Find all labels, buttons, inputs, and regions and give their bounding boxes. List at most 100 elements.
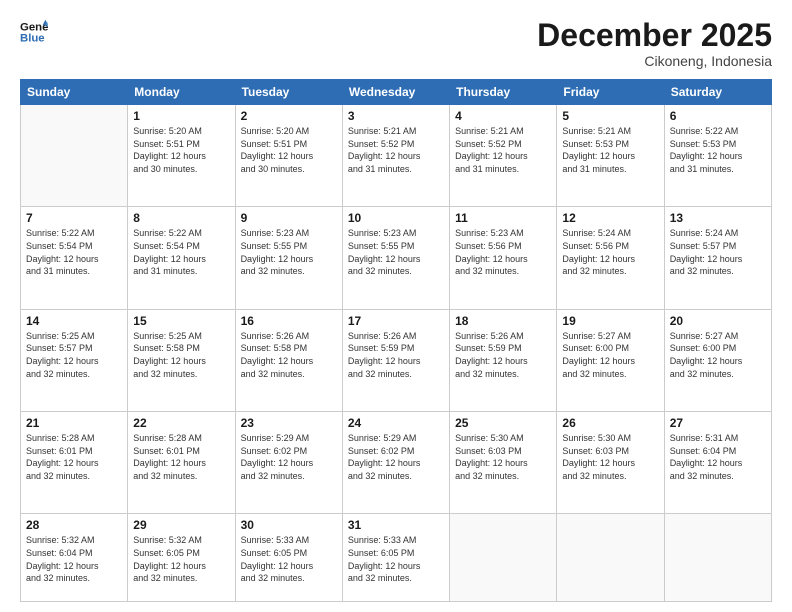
calendar-cell: 20Sunrise: 5:27 AM Sunset: 6:00 PM Dayli… (664, 309, 771, 411)
calendar-cell: 15 Sunrise: 5:25 AM Sunset: 5:58 PM Dayli… (128, 309, 235, 411)
day-number: 15 (133, 314, 229, 328)
day-number: 5 (562, 109, 658, 123)
day-number: 30 (241, 518, 337, 532)
svg-text:Blue: Blue (20, 33, 45, 45)
subtitle: Cikoneng, Indonesia (537, 53, 772, 69)
day-number: 2 (241, 109, 337, 123)
calendar-cell: 25 Sunrise: 5:30 AM Sunset: 6:03 PM Dayli… (450, 412, 557, 514)
day-number: 28 (26, 518, 122, 532)
day-number: 9 (241, 211, 337, 225)
calendar-cell: 26Sunrise: 5:30 AM Sunset: 6:03 PM Dayli… (557, 412, 664, 514)
calendar-cell: 10 Sunrise: 5:23 AM Sunset: 5:55 PM Dayli… (342, 207, 449, 309)
day-info: Sunrise: 5:23 AM Sunset: 5:56 PM Dayligh… (455, 227, 551, 277)
day-number: 29 (133, 518, 229, 532)
calendar-cell: 11Sunrise: 5:23 AM Sunset: 5:56 PM Dayli… (450, 207, 557, 309)
logo-icon: General Blue (20, 18, 48, 46)
day-info: Sunrise: 5:23 AM Sunset: 5:55 PM Dayligh… (348, 227, 444, 277)
day-number: 20 (670, 314, 766, 328)
calendar-cell: 29 Sunrise: 5:32 AM Sunset: 6:05 PM Dayli… (128, 514, 235, 602)
day-info: Sunrise: 5:27 AM Sunset: 6:00 PM Dayligh… (562, 330, 658, 380)
day-info: Sunrise: 5:20 AM Sunset: 5:51 PM Dayligh… (133, 125, 229, 175)
day-info: Sunrise: 5:22 AM Sunset: 5:53 PM Dayligh… (670, 125, 766, 175)
calendar-cell: 24 Sunrise: 5:29 AM Sunset: 6:02 PM Dayli… (342, 412, 449, 514)
calendar-cell: 31 Sunrise: 5:33 AM Sunset: 6:05 PM Dayli… (342, 514, 449, 602)
day-number: 24 (348, 416, 444, 430)
calendar-cell: 7 Sunrise: 5:22 AM Sunset: 5:54 PM Daylig… (21, 207, 128, 309)
calendar-cell: 3 Sunrise: 5:21 AM Sunset: 5:52 PM Daylig… (342, 105, 449, 207)
calendar-cell: 8 Sunrise: 5:22 AM Sunset: 5:54 PM Daylig… (128, 207, 235, 309)
week-row-2: 7 Sunrise: 5:22 AM Sunset: 5:54 PM Daylig… (21, 207, 772, 309)
title-block: December 2025 Cikoneng, Indonesia (537, 18, 772, 69)
day-info: Sunrise: 5:22 AM Sunset: 5:54 PM Dayligh… (133, 227, 229, 277)
day-info: Sunrise: 5:26 AM Sunset: 5:59 PM Dayligh… (455, 330, 551, 380)
day-number: 16 (241, 314, 337, 328)
day-info: Sunrise: 5:29 AM Sunset: 6:02 PM Dayligh… (348, 432, 444, 482)
col-friday: Friday (557, 80, 664, 105)
day-info: Sunrise: 5:33 AM Sunset: 6:05 PM Dayligh… (241, 534, 337, 584)
day-number: 19 (562, 314, 658, 328)
calendar-cell: 18 Sunrise: 5:26 AM Sunset: 5:59 PM Dayli… (450, 309, 557, 411)
day-info: Sunrise: 5:24 AM Sunset: 5:56 PM Dayligh… (562, 227, 658, 277)
month-title: December 2025 (537, 18, 772, 53)
day-number: 1 (133, 109, 229, 123)
week-row-1: 1 Sunrise: 5:20 AM Sunset: 5:51 PM Daylig… (21, 105, 772, 207)
day-info: Sunrise: 5:22 AM Sunset: 5:54 PM Dayligh… (26, 227, 122, 277)
day-number: 31 (348, 518, 444, 532)
day-info: Sunrise: 5:26 AM Sunset: 5:58 PM Dayligh… (241, 330, 337, 380)
calendar-table: Sunday Monday Tuesday Wednesday Thursday… (20, 79, 772, 602)
calendar-cell: 6 Sunrise: 5:22 AM Sunset: 5:53 PM Daylig… (664, 105, 771, 207)
day-number: 3 (348, 109, 444, 123)
day-info: Sunrise: 5:21 AM Sunset: 5:52 PM Dayligh… (348, 125, 444, 175)
col-tuesday: Tuesday (235, 80, 342, 105)
calendar-cell: 30 Sunrise: 5:33 AM Sunset: 6:05 PM Dayli… (235, 514, 342, 602)
logo: General Blue (20, 18, 48, 46)
calendar-cell (557, 514, 664, 602)
day-info: Sunrise: 5:25 AM Sunset: 5:57 PM Dayligh… (26, 330, 122, 380)
day-number: 17 (348, 314, 444, 328)
calendar-cell: 14 Sunrise: 5:25 AM Sunset: 5:57 PM Dayli… (21, 309, 128, 411)
day-number: 25 (455, 416, 551, 430)
col-thursday: Thursday (450, 80, 557, 105)
page: General Blue December 2025 Cikoneng, Ind… (0, 0, 792, 612)
header-row: Sunday Monday Tuesday Wednesday Thursday… (21, 80, 772, 105)
day-info: Sunrise: 5:26 AM Sunset: 5:59 PM Dayligh… (348, 330, 444, 380)
day-info: Sunrise: 5:25 AM Sunset: 5:58 PM Dayligh… (133, 330, 229, 380)
calendar-cell: 28 Sunrise: 5:32 AM Sunset: 6:04 PM Dayli… (21, 514, 128, 602)
col-saturday: Saturday (664, 80, 771, 105)
day-info: Sunrise: 5:21 AM Sunset: 5:53 PM Dayligh… (562, 125, 658, 175)
week-row-5: 28 Sunrise: 5:32 AM Sunset: 6:04 PM Dayli… (21, 514, 772, 602)
calendar-cell (450, 514, 557, 602)
calendar-cell (664, 514, 771, 602)
day-info: Sunrise: 5:30 AM Sunset: 6:03 PM Dayligh… (455, 432, 551, 482)
day-number: 6 (670, 109, 766, 123)
day-number: 7 (26, 211, 122, 225)
day-number: 26 (562, 416, 658, 430)
calendar-cell: 12Sunrise: 5:24 AM Sunset: 5:56 PM Dayli… (557, 207, 664, 309)
day-info: Sunrise: 5:29 AM Sunset: 6:02 PM Dayligh… (241, 432, 337, 482)
day-info: Sunrise: 5:23 AM Sunset: 5:55 PM Dayligh… (241, 227, 337, 277)
day-number: 18 (455, 314, 551, 328)
calendar-cell: 1 Sunrise: 5:20 AM Sunset: 5:51 PM Daylig… (128, 105, 235, 207)
calendar-cell: 5 Sunrise: 5:21 AM Sunset: 5:53 PM Daylig… (557, 105, 664, 207)
day-number: 8 (133, 211, 229, 225)
col-monday: Monday (128, 80, 235, 105)
day-info: Sunrise: 5:33 AM Sunset: 6:05 PM Dayligh… (348, 534, 444, 584)
calendar-cell: 16 Sunrise: 5:26 AM Sunset: 5:58 PM Dayli… (235, 309, 342, 411)
day-info: Sunrise: 5:24 AM Sunset: 5:57 PM Dayligh… (670, 227, 766, 277)
calendar-cell: 27Sunrise: 5:31 AM Sunset: 6:04 PM Dayli… (664, 412, 771, 514)
calendar-cell: 13Sunrise: 5:24 AM Sunset: 5:57 PM Dayli… (664, 207, 771, 309)
day-number: 4 (455, 109, 551, 123)
calendar-cell: 21Sunrise: 5:28 AM Sunset: 6:01 PM Dayli… (21, 412, 128, 514)
day-number: 14 (26, 314, 122, 328)
day-info: Sunrise: 5:20 AM Sunset: 5:51 PM Dayligh… (241, 125, 337, 175)
col-sunday: Sunday (21, 80, 128, 105)
calendar-cell: 19 Sunrise: 5:27 AM Sunset: 6:00 PM Dayli… (557, 309, 664, 411)
day-number: 10 (348, 211, 444, 225)
calendar-cell: 9 Sunrise: 5:23 AM Sunset: 5:55 PM Daylig… (235, 207, 342, 309)
day-info: Sunrise: 5:32 AM Sunset: 6:04 PM Dayligh… (26, 534, 122, 584)
day-info: Sunrise: 5:32 AM Sunset: 6:05 PM Dayligh… (133, 534, 229, 584)
calendar-cell: 23Sunrise: 5:29 AM Sunset: 6:02 PM Dayli… (235, 412, 342, 514)
header: General Blue December 2025 Cikoneng, Ind… (20, 18, 772, 69)
day-info: Sunrise: 5:31 AM Sunset: 6:04 PM Dayligh… (670, 432, 766, 482)
week-row-3: 14 Sunrise: 5:25 AM Sunset: 5:57 PM Dayli… (21, 309, 772, 411)
